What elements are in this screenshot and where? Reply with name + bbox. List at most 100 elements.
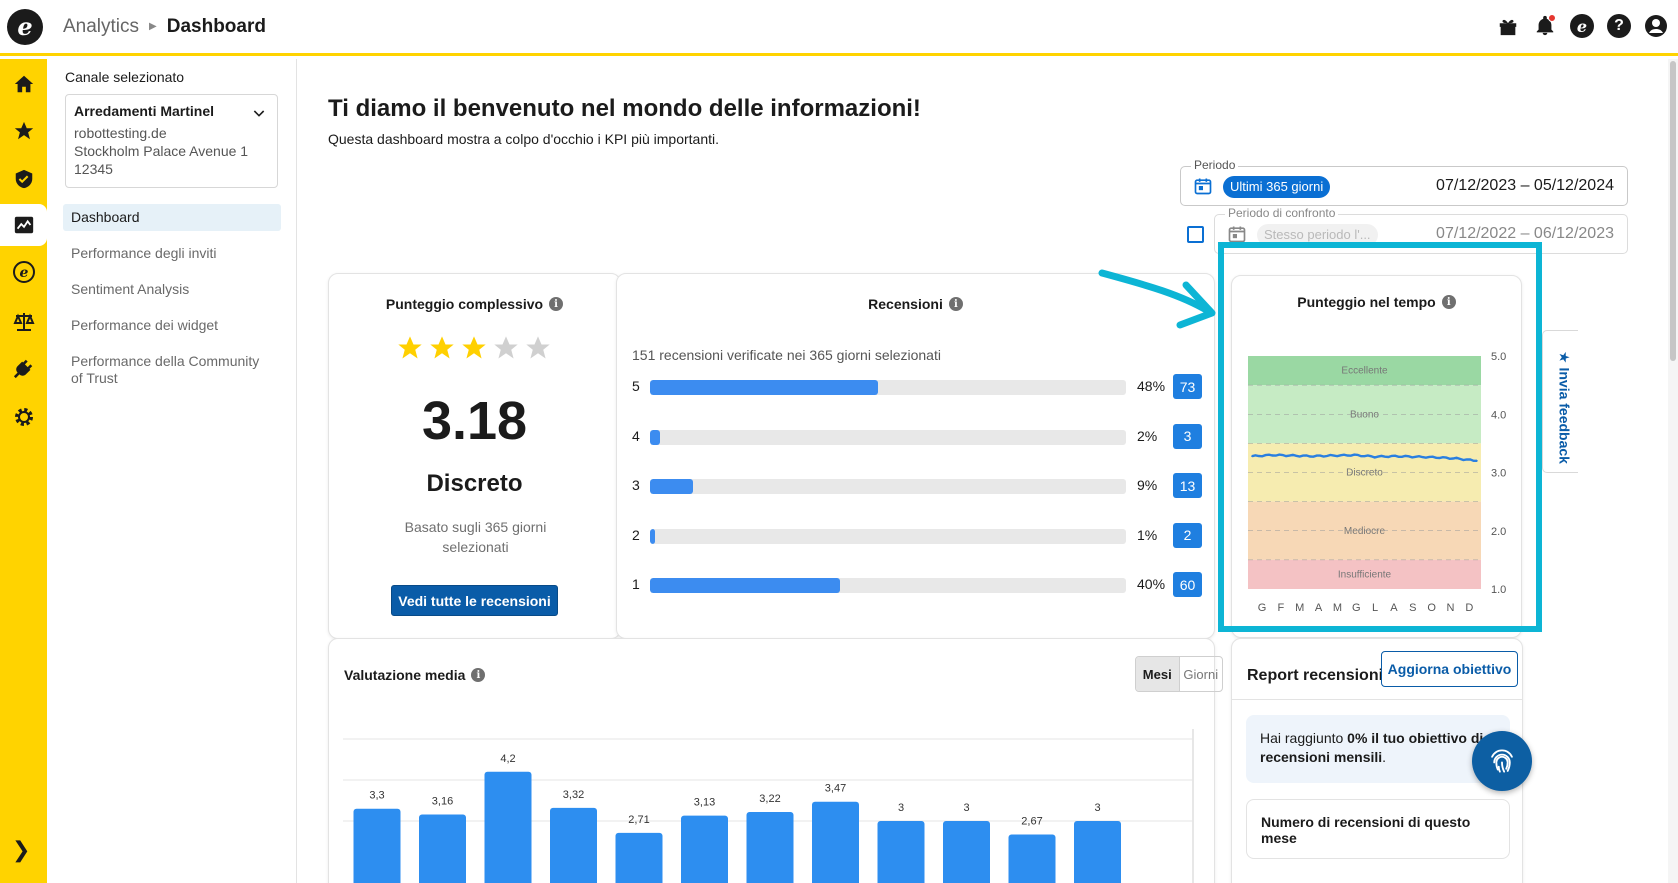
review-row-stars: 4 <box>632 427 640 444</box>
review-row-count[interactable]: 3 <box>1173 423 1202 449</box>
bar-value-label: 2,71 <box>628 814 649 826</box>
breadcrumb-analytics[interactable]: Analytics <box>63 16 139 38</box>
gear-icon[interactable] <box>0 396 47 438</box>
shield-icon[interactable] <box>0 158 47 200</box>
period-label: Periodo <box>1191 158 1239 172</box>
channel-address: Stockholm Palace Avenue 1 <box>74 143 249 159</box>
review-row-fill <box>650 479 693 494</box>
review-row-count[interactable]: 60 <box>1173 572 1202 597</box>
review-row-percent: 40% <box>1137 576 1166 592</box>
bar[interactable] <box>746 811 794 883</box>
page-title: Ti diamo il benvenuto nel mondo delle in… <box>328 95 921 122</box>
bar[interactable] <box>550 807 597 883</box>
bar-value-label: 2,67 <box>1021 816 1042 828</box>
fingerprint-fab[interactable] <box>1472 731 1532 791</box>
monthly-review-count: Numero di recensioni di questo mese <box>1246 799 1510 859</box>
bar[interactable] <box>812 801 859 883</box>
star-icon[interactable] <box>0 110 47 152</box>
channel-zip: 12345 <box>74 161 113 177</box>
bar[interactable] <box>484 771 532 883</box>
nav-item-dashboard[interactable]: Dashboard <box>63 204 281 231</box>
toggle-months[interactable]: Mesi <box>1136 657 1180 691</box>
bar-value-label: 4,2 <box>500 753 515 765</box>
review-row-track <box>650 479 1126 494</box>
bar[interactable] <box>877 821 925 883</box>
period-dates: 07/12/2023 – 05/12/2024 <box>1436 177 1614 194</box>
plug-icon[interactable] <box>0 347 47 389</box>
info-icon[interactable]: i <box>948 297 963 311</box>
info-icon[interactable]: i <box>471 668 486 682</box>
bar-value-label: 3 <box>1094 802 1100 814</box>
review-report-title: Report recensioni <box>1247 667 1384 684</box>
overall-score-title: Punteggio complessivo i <box>329 296 620 312</box>
period-selector[interactable]: Periodo Ultimi 365 giorni 07/12/2023 – 0… <box>1180 158 1628 206</box>
trusted-shops-icon[interactable]: e <box>1570 14 1594 38</box>
expand-rail-icon[interactable]: ❯ <box>12 837 30 863</box>
star-filled-icon <box>398 336 422 359</box>
toggle-days[interactable]: Giorni <box>1180 657 1223 691</box>
view-all-reviews-button[interactable]: Vedi tutte le recensioni <box>391 585 558 616</box>
review-row-count[interactable]: 2 <box>1173 522 1202 548</box>
review-row-percent: 1% <box>1137 526 1158 543</box>
review-row-fill <box>650 528 655 544</box>
review-row-2-stars: 2 1% 2 <box>632 522 1202 548</box>
review-row-stars: 2 <box>632 526 640 543</box>
chevron-down-icon <box>253 110 265 117</box>
overall-score-card: Punteggio complessivo i 3.18 Discreto Ba… <box>328 273 621 639</box>
etrusted-icon[interactable]: e <box>0 251 47 293</box>
breadcrumb-separator-icon: ▶ <box>149 21 157 32</box>
bell-icon[interactable] <box>1533 14 1557 38</box>
page-subtitle: Questa dashboard mostra a colpo d'occhio… <box>328 131 719 147</box>
annotation-arrow-icon <box>1098 269 1216 329</box>
overall-score-quality: Discreto <box>426 470 523 497</box>
trusted-shops-logo[interactable]: e <box>7 8 43 45</box>
bar[interactable] <box>615 832 663 883</box>
side-navigation: Canale selezionato Arredamenti Martinel … <box>47 59 297 883</box>
channel-selector[interactable]: Arredamenti Martinel robottesting.de Sto… <box>65 94 278 188</box>
fingerprint-icon <box>1491 749 1513 773</box>
gift-icon[interactable] <box>1496 14 1520 38</box>
period-chip[interactable]: Ultimi 365 giorni <box>1223 176 1331 198</box>
review-row-fill <box>650 578 841 593</box>
bar-value-label: 3,22 <box>759 793 780 805</box>
bar-value-label: 3,16 <box>432 795 453 807</box>
review-row-1-stars: 1 40% 60 <box>632 572 1202 597</box>
bar[interactable] <box>681 815 728 883</box>
update-goal-button[interactable]: Aggiorna obiettivo <box>1381 651 1518 687</box>
nav-item-widget-performance[interactable]: Performance dei widget <box>63 312 281 339</box>
review-row-3-stars: 3 9% 13 <box>632 473 1202 498</box>
help-icon[interactable]: ? <box>1607 14 1631 38</box>
scrollbar-thumb[interactable] <box>1670 61 1676 361</box>
average-rating-card: Valutazione media i Mesi Giorni 5.04.03.… <box>328 638 1223 883</box>
review-row-count[interactable]: 13 <box>1173 473 1202 498</box>
account-icon[interactable] <box>1644 14 1668 38</box>
feedback-tab[interactable]: ★ Invia feedback <box>1542 330 1578 473</box>
review-row-percent: 9% <box>1137 477 1158 493</box>
nav-item-community-performance[interactable]: Performance della Community of Trust <box>63 348 281 392</box>
compare-checkbox[interactable] <box>1187 226 1204 243</box>
highlight-frame <box>1218 242 1542 632</box>
period-toggle: Mesi Giorni <box>1135 656 1223 692</box>
average-rating-title: Valutazione media i <box>344 667 486 683</box>
home-icon[interactable] <box>0 63 47 105</box>
nav-item-sentiment-analysis[interactable]: Sentiment Analysis <box>63 276 281 303</box>
overall-score-basis: Basato sugli 365 giorni selezionati <box>404 519 547 555</box>
divider <box>1232 699 1522 700</box>
bar[interactable] <box>353 808 401 883</box>
breadcrumb-dashboard: Dashboard <box>166 15 266 37</box>
reviews-title-text: Recensioni <box>868 296 943 312</box>
svg-text:e: e <box>19 265 28 281</box>
scales-icon[interactable] <box>0 301 47 343</box>
bar[interactable] <box>1074 821 1121 883</box>
icon-rail: e ❯ <box>0 59 47 883</box>
star-empty-icon <box>494 336 518 359</box>
review-row-count[interactable]: 73 <box>1173 374 1202 399</box>
bar[interactable] <box>1008 834 1056 883</box>
analytics-icon[interactable] <box>0 204 47 246</box>
nav-item-invite-performance[interactable]: Performance degli inviti <box>63 240 281 267</box>
info-icon[interactable]: i <box>549 297 564 311</box>
bar[interactable] <box>419 814 466 883</box>
bar[interactable] <box>943 821 990 883</box>
nav-list: Dashboard Performance degli inviti Senti… <box>63 204 281 401</box>
scrollbar[interactable] <box>1668 59 1678 883</box>
